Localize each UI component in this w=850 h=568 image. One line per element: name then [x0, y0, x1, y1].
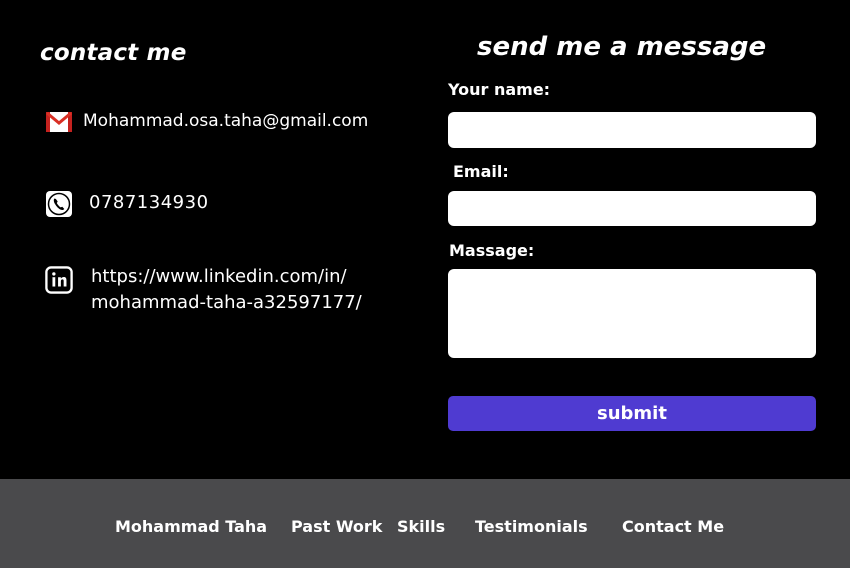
nav-testimonials[interactable]: Testimonials: [475, 517, 588, 536]
nav-skills[interactable]: Skills: [397, 517, 445, 536]
linkedin-icon: [45, 266, 73, 294]
phone-link[interactable]: 0787134930: [89, 190, 209, 216]
email-input[interactable]: [448, 191, 816, 226]
contact-title: contact me: [40, 40, 187, 66]
phone-icon: [45, 190, 73, 218]
name-label: Your name:: [448, 80, 551, 99]
phone-row: 0787134930: [45, 190, 209, 218]
email-row: Mohammad.osa.taha@gmail.com: [45, 108, 368, 136]
message-label: Massage:: [449, 241, 535, 260]
nav-contact-me[interactable]: Contact Me: [622, 517, 724, 536]
gmail-icon: [45, 108, 73, 136]
email-label: Email:: [453, 162, 509, 181]
name-input[interactable]: [448, 112, 816, 148]
footer-nav: Mohammad Taha Past Work Skills Testimoni…: [0, 479, 850, 568]
linkedin-url-line2: mohammad-taha-a32597177/: [91, 292, 362, 313]
contact-section: contact me Mohammad.osa.taha@gmail.com 0…: [0, 0, 850, 479]
nav-home[interactable]: Mohammad Taha: [115, 517, 267, 536]
message-form-title: send me a message: [477, 32, 767, 62]
linkedin-url-line1: https://www.linkedin.com/in/: [91, 266, 347, 287]
message-textarea[interactable]: [448, 269, 816, 358]
nav-past-work[interactable]: Past Work: [291, 517, 382, 536]
linkedin-link[interactable]: https://www.linkedin.com/in/ mohammad-ta…: [91, 264, 391, 316]
email-link[interactable]: Mohammad.osa.taha@gmail.com: [83, 108, 368, 134]
submit-button[interactable]: submit: [448, 396, 816, 431]
linkedin-row: https://www.linkedin.com/in/ mohammad-ta…: [45, 264, 391, 316]
